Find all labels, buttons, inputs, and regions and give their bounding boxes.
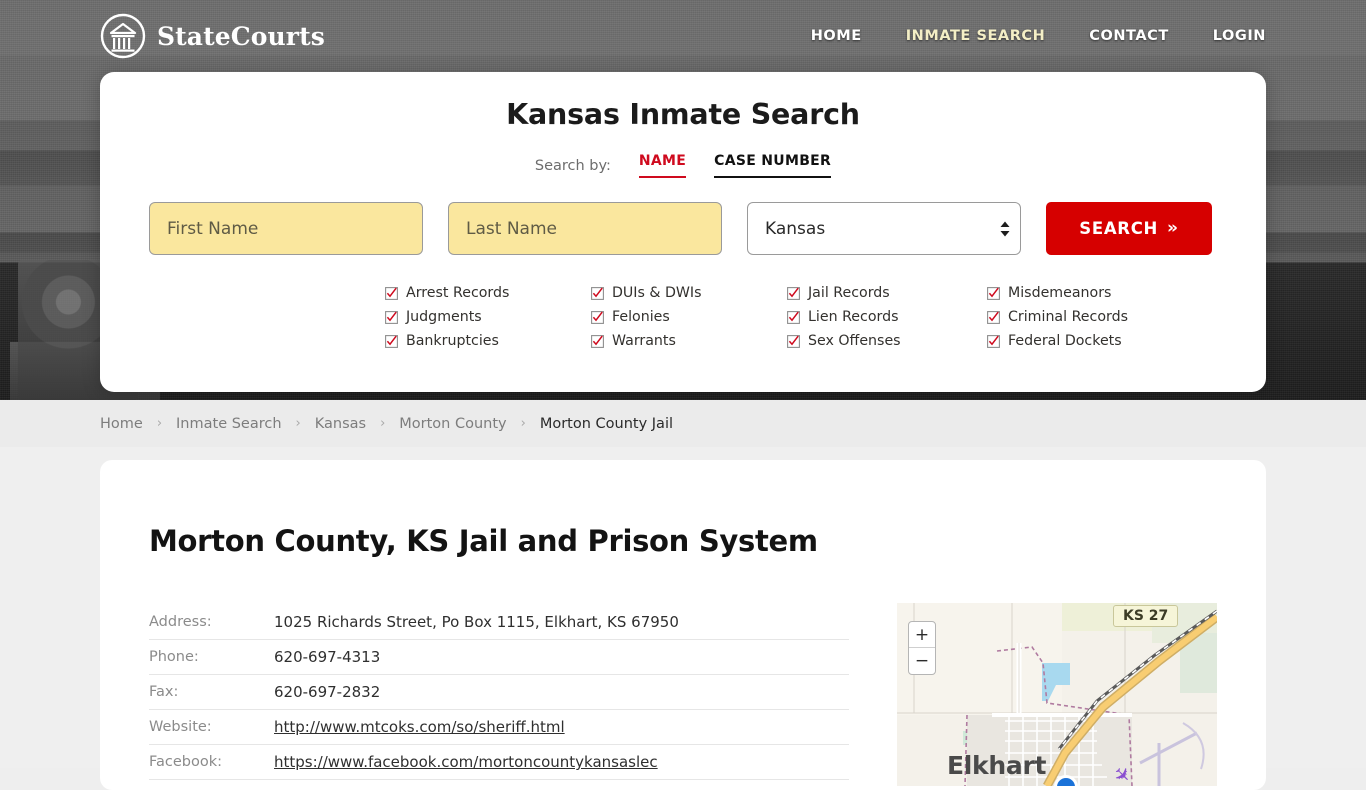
chevron-right-icon: › [380,416,386,431]
checked-box-icon [987,310,1000,324]
record-type-item: Misdemeanors [987,281,1187,305]
record-type-label: Warrants [612,333,676,349]
checked-box-icon [385,334,398,348]
table-row: Phone: 620-697-4313 [149,640,849,675]
table-row: Fax: 620-697-2832 [149,675,849,710]
record-type-label: DUIs & DWIs [612,285,702,301]
state-select[interactable]: Kansas [747,202,1021,255]
courthouse-circle-icon [100,13,146,59]
page-title: Morton County, KS Jail and Prison System [149,524,818,558]
facility-details-table: Address: 1025 Richards Street, Po Box 11… [149,605,849,780]
breadcrumb: Home › Inmate Search › Kansas › Morton C… [100,416,673,432]
breadcrumb-item-inmate-search[interactable]: Inmate Search [176,416,282,432]
table-row: Website: http://www.mtcoks.com/so/sherif… [149,710,849,745]
detail-label-address: Address: [149,614,212,630]
record-type-label: Federal Dockets [1008,333,1122,349]
brand-logo-link[interactable]: StateCourts [100,13,325,59]
detail-value-address: 1025 Richards Street, Po Box 1115, Elkha… [274,613,679,631]
checked-box-icon [385,310,398,324]
record-type-label: Sex Offenses [808,333,901,349]
first-name-input[interactable] [149,202,423,255]
tab-search-by-name[interactable]: NAME [638,153,687,178]
record-type-label: Arrest Records [406,285,510,301]
nav-link-contact[interactable]: CONTACT [1089,28,1168,44]
map-tiles [897,603,1217,786]
breadcrumb-bar: Home › Inmate Search › Kansas › Morton C… [0,400,1366,447]
checked-box-icon [591,334,604,348]
record-type-label: Jail Records [808,285,890,301]
table-row: Address: 1025 Richards Street, Po Box 11… [149,605,849,640]
nav-link-home[interactable]: HOME [811,28,862,44]
nav-link-login[interactable]: LOGIN [1213,28,1266,44]
record-type-label: Misdemeanors [1008,285,1112,301]
record-type-label: Criminal Records [1008,309,1128,325]
search-by-tabs: Search by: NAME CASE NUMBER [100,153,1266,178]
chevron-right-icon: › [156,416,163,431]
chevron-right-icon: › [520,416,526,431]
record-type-item: Sex Offenses [787,329,987,353]
state-select-wrapper: Kansas [747,202,1021,255]
city-label-elkhart: Elkhart [947,751,1047,780]
chevron-right-icon: › [295,416,301,431]
inmate-search-panel: Kansas Inmate Search Search by: NAME CAS… [100,72,1266,392]
detail-value-phone: 620-697-4313 [274,648,381,666]
map-zoom-in-button[interactable]: + [909,622,935,648]
record-type-item: Federal Dockets [987,329,1187,353]
record-type-item: Judgments [385,305,591,329]
highway-label-ks27: KS 27 [1113,605,1179,627]
breadcrumb-item-morton-county[interactable]: Morton County [399,416,506,432]
checked-box-icon [591,310,604,324]
checked-box-icon [787,310,800,324]
nav-link-inmate-search[interactable]: INMATE SEARCH [906,28,1046,44]
search-form: Kansas SEARCH » [149,202,1266,255]
search-by-label: Search by: [534,158,611,174]
record-type-item: DUIs & DWIs [591,281,787,305]
detail-label-phone: Phone: [149,649,199,665]
record-type-label: Lien Records [808,309,899,325]
brand-name-text: StateCourts [157,21,325,51]
hero-banner: COURTHOUSE StateCourts HOME INMATE SEARC… [0,0,1366,400]
map-zoom-controls[interactable]: + − [908,621,936,675]
location-map[interactable]: + − KS 27 Elkhart ✈ [897,603,1217,786]
checked-box-icon [787,286,800,300]
checked-box-icon [787,334,800,348]
record-type-item: Jail Records [787,281,987,305]
record-type-item: Felonies [591,305,787,329]
facility-detail-card: Morton County, KS Jail and Prison System… [100,460,1266,790]
double-chevron-right-icon: » [1167,218,1179,238]
detail-value-fax: 620-697-2832 [274,683,381,701]
breadcrumb-item-current: Morton County Jail [539,415,673,432]
record-type-item: Lien Records [787,305,987,329]
checked-box-icon [591,286,604,300]
top-navigation-bar: StateCourts HOME INMATE SEARCH CONTACT L… [0,0,1366,72]
table-row: Facebook: https://www.facebook.com/morto… [149,745,849,780]
checked-box-icon [987,286,1000,300]
record-type-label: Judgments [406,309,482,325]
checked-box-icon [987,334,1000,348]
detail-value-website: http://www.mtcoks.com/so/sheriff.html [274,718,565,736]
record-type-item: Warrants [591,329,787,353]
tab-search-by-case-number[interactable]: CASE NUMBER [714,153,832,178]
main-navigation: HOME INMATE SEARCH CONTACT LOGIN [811,28,1266,44]
record-type-item: Criminal Records [987,305,1187,329]
search-panel-title: Kansas Inmate Search [506,98,860,131]
checked-box-icon [385,286,398,300]
record-type-list: Arrest Records DUIs & DWIs Jail Records … [385,281,1266,353]
facebook-link[interactable]: https://www.facebook.com/mortoncountykan… [274,753,658,771]
detail-value-facebook: https://www.facebook.com/mortoncountykan… [274,753,658,771]
search-button-label: SEARCH [1079,219,1159,238]
breadcrumb-item-kansas[interactable]: Kansas [315,416,366,432]
record-type-item: Arrest Records [385,281,591,305]
content-area: Morton County, KS Jail and Prison System… [0,447,1366,790]
record-type-label: Bankruptcies [406,333,499,349]
search-button[interactable]: SEARCH » [1046,202,1212,255]
detail-label-website: Website: [149,719,212,735]
website-link[interactable]: http://www.mtcoks.com/so/sheriff.html [274,718,565,736]
map-zoom-out-button[interactable]: − [909,648,935,674]
record-type-item: Bankruptcies [385,329,591,353]
record-type-label: Felonies [612,309,670,325]
breadcrumb-item-home[interactable]: Home [100,416,143,432]
detail-label-fax: Fax: [149,684,179,700]
last-name-input[interactable] [448,202,722,255]
